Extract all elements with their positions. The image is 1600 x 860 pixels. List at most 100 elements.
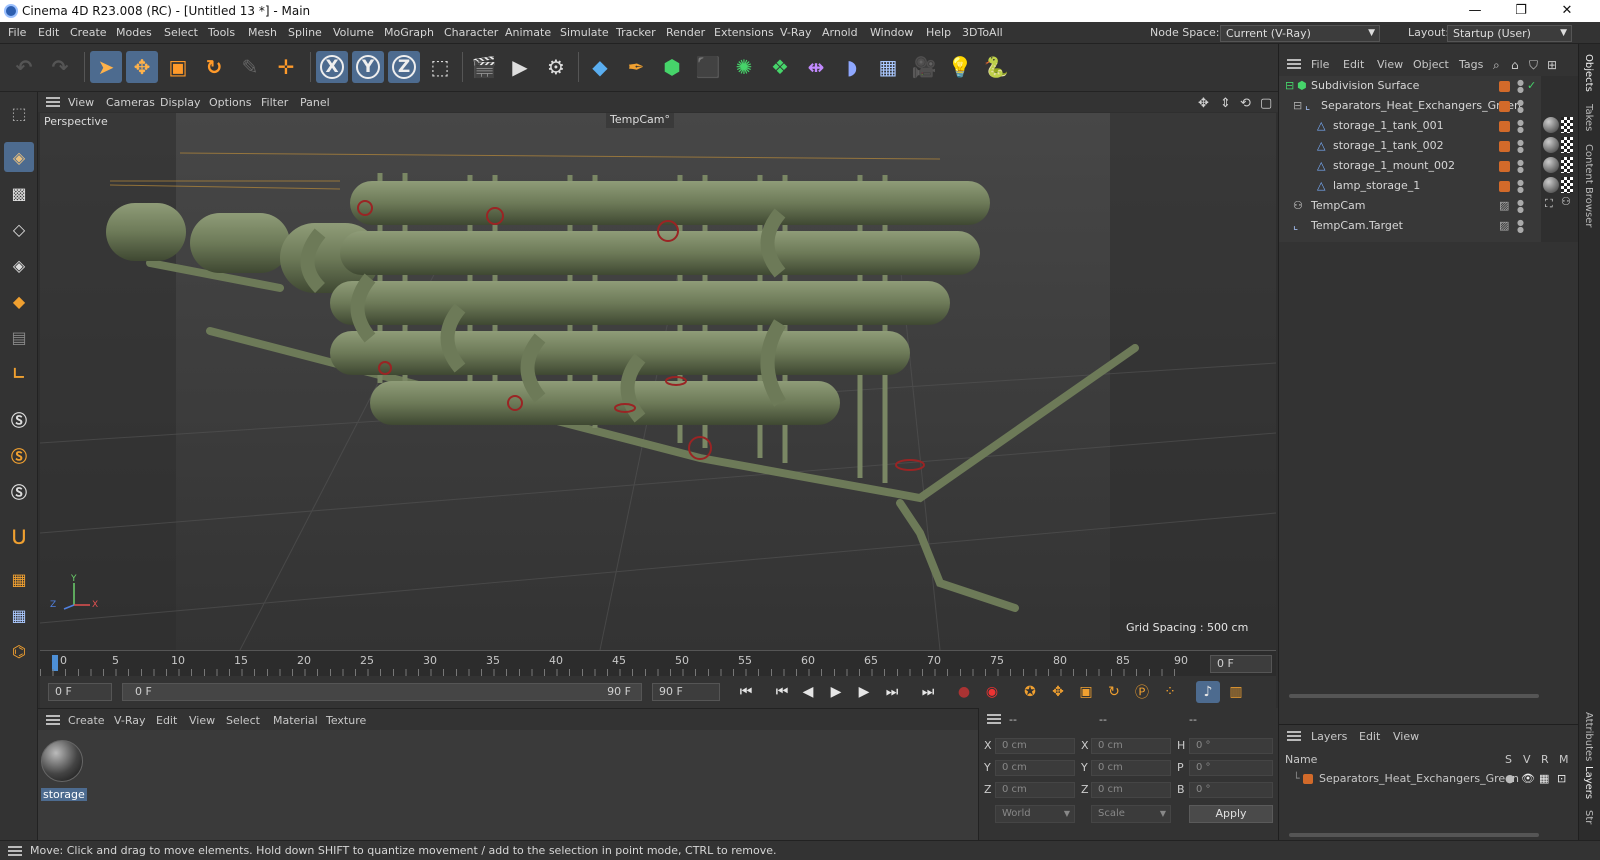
previous-key-icon[interactable]: ⏮ [770,681,794,703]
tab-attributes[interactable]: Attributes [1583,712,1594,761]
new-window-icon[interactable]: ⊞ [1547,58,1557,72]
size-z-field[interactable]: 0 cm [1091,782,1171,798]
world-dropdown[interactable]: World ▼ [995,805,1075,823]
mat-menu-material[interactable]: Material [273,714,318,727]
tab-structure[interactable]: Str [1583,810,1594,824]
extrude-generator-icon[interactable]: ⬛ [692,51,724,83]
hamburger-menu-icon[interactable] [1287,59,1301,69]
scale-dropdown[interactable]: Scale ▼ [1091,805,1171,823]
python-icon[interactable]: 🐍 [980,51,1012,83]
layout-dropdown[interactable]: Startup (User) ▼ [1447,25,1572,42]
scheme-icon[interactable]: ♪ [1196,681,1220,703]
phong-tag-icon[interactable] [1561,157,1573,173]
viewport-maximize-icon[interactable]: ▢ [1260,96,1272,111]
next-frame-icon[interactable]: ▶ [852,681,876,703]
camera-icon[interactable]: 🎥 [908,51,940,83]
rotate-tool-icon[interactable]: ↻ [198,51,230,83]
menu-character[interactable]: Character [444,26,498,39]
viewport-menu-options[interactable]: Options [209,96,251,109]
rotation-h-field[interactable]: 0 ° [1189,738,1273,754]
end-frame-field[interactable]: 90 F [652,683,720,701]
render-picture-viewer-icon[interactable]: ▶ [504,51,536,83]
menu-simulate[interactable]: Simulate [560,26,609,39]
magnet-icon[interactable]: ⋃ [4,520,34,550]
restore-button[interactable]: ❐ [1498,0,1544,22]
menu-render[interactable]: Render [666,26,705,39]
position-z-field[interactable]: 0 cm [995,782,1075,798]
viewport-menu-display[interactable]: Display [160,96,201,109]
hamburger-menu-icon[interactable] [46,715,60,725]
visibility-dots-icon[interactable]: ● ● [1517,159,1524,174]
object-row[interactable]: △ storage_1_tank_002 ● ● [1279,136,1541,156]
material-tag-icon[interactable] [1543,117,1559,133]
viewport-dolly-icon[interactable]: ⇕ [1220,96,1231,111]
move-tool-icon[interactable]: ✥ [126,51,158,83]
solo-icon[interactable]: ● [1505,769,1515,789]
phong-tag-icon[interactable] [1561,137,1573,153]
hamburger-menu-icon[interactable] [8,846,22,856]
enabled-check-icon[interactable]: ✓ [1527,76,1536,96]
menu-arnold[interactable]: Arnold [822,26,858,39]
position-x-field[interactable]: 0 cm [995,738,1075,754]
mat-menu-select[interactable]: Select [226,714,260,727]
menu-modes[interactable]: Modes [116,26,152,39]
object-row[interactable]: ⚇ TempCam ▨ ● ● [1279,196,1541,216]
menu-tools[interactable]: Tools [208,26,235,39]
key-position-icon[interactable]: ✥ [1046,681,1070,703]
scale-tool-icon[interactable]: ▣ [162,51,194,83]
model-mode-icon[interactable]: ◈ [4,142,34,172]
go-to-start-icon[interactable]: ⏮ [734,681,758,703]
visibility-dots-icon[interactable]: ● ● [1517,219,1524,234]
undo-icon[interactable]: ↶ [8,51,40,83]
cube-primitive-icon[interactable]: ◆ [584,51,616,83]
object-row[interactable]: ⊟ ⬢ Subdivision Surface ● ● ✓ [1279,76,1541,96]
obj-menu-view[interactable]: View [1377,58,1403,71]
key-rotation-icon[interactable]: ↻ [1102,681,1126,703]
mograph-icon[interactable]: ❖ [764,51,796,83]
floor-icon[interactable]: ▦ [872,51,904,83]
collapse-toggle-icon[interactable]: ⊟ [1285,76,1294,96]
redo-icon[interactable]: ↷ [44,51,76,83]
next-key-icon[interactable]: ⏭ [880,681,904,703]
close-button[interactable]: ✕ [1544,0,1590,22]
axis-mode-icon[interactable]: ∟ [4,358,34,388]
go-to-end-icon[interactable]: ⏭ [916,681,940,703]
deformer-icon[interactable]: ⇹ [800,51,832,83]
viewport-menu-filter[interactable]: Filter [261,96,288,109]
tab-takes[interactable]: Takes [1583,104,1594,131]
object-row[interactable]: △ storage_1_mount_002 ● ● [1279,156,1541,176]
manager-icon[interactable]: ⊡ [1557,769,1566,789]
points-mode-icon[interactable]: ◇ [4,214,34,244]
visibility-dots-icon[interactable]: ● ● [1517,139,1524,154]
menu-create[interactable]: Create [70,26,107,39]
record-keys-icon[interactable]: ● [952,681,976,703]
layer-menu-view[interactable]: View [1393,730,1419,743]
make-editable-icon[interactable]: ⬚ [4,98,34,128]
select-cursor-icon[interactable]: ➤ [90,51,122,83]
tab-content-browser[interactable]: Content Browser [1583,144,1594,227]
object-row[interactable]: △ storage_1_tank_001 ● ● [1279,116,1541,136]
start-frame-field[interactable]: 0 F [48,683,112,701]
layer-color-swatch[interactable] [1303,774,1313,784]
z-axis-lock-button[interactable]: Z [388,51,420,83]
mat-menu-edit[interactable]: Edit [156,714,177,727]
mat-menu-texture[interactable]: Texture [326,714,366,727]
menu-mograph[interactable]: MoGraph [384,26,434,39]
planar-workplane-icon[interactable]: ⌬ [4,636,34,666]
locked-workplane-icon[interactable]: ▦ [4,600,34,630]
menu-extensions[interactable]: Extensions [714,26,774,39]
active-camera-label[interactable]: TempCam° [606,113,674,128]
material-tag-icon[interactable] [1543,177,1559,193]
subdivision-surface-icon[interactable]: ⬢ [656,51,688,83]
viewport-menu-cameras[interactable]: Cameras [106,96,155,109]
menu-animate[interactable]: Animate [505,26,551,39]
menu-tracker[interactable]: Tracker [616,26,656,39]
previous-frame-icon[interactable]: ◀ [796,681,820,703]
eye-icon[interactable]: 👁 [1521,769,1535,789]
visibility-dots-icon[interactable]: ● ● [1517,199,1524,214]
y-axis-lock-button[interactable]: Y [352,51,384,83]
phong-tag-icon[interactable] [1561,177,1573,193]
collapse-toggle-icon[interactable]: ⊟ [1293,96,1302,116]
hamburger-menu-icon[interactable] [46,97,60,107]
hamburger-menu-icon[interactable] [987,714,1001,724]
